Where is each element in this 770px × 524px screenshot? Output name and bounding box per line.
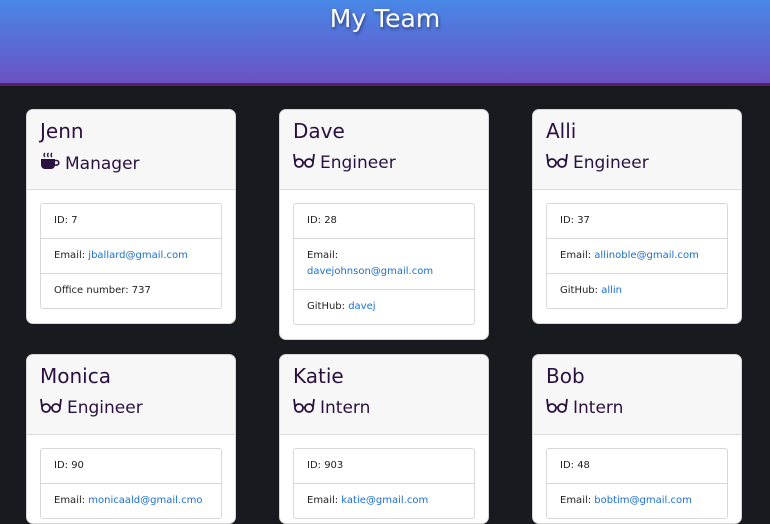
id-item: ID: 7 xyxy=(41,204,221,239)
github-item: GitHub: davej xyxy=(307,301,376,312)
email-link[interactable]: davejohnson@gmail.com xyxy=(307,266,433,277)
employee-card: Alli Engineer ID: 37 Email: allinoble@gm… xyxy=(532,109,742,324)
page-header: My Team xyxy=(0,0,770,86)
employee-name: Jenn xyxy=(40,119,84,143)
email-item: Email: bobtim@gmail.com xyxy=(560,495,692,506)
card-header: Katie Intern xyxy=(280,355,488,435)
id-item: ID: 903 xyxy=(294,449,474,484)
email-link[interactable]: bobtim@gmail.com xyxy=(594,495,692,506)
employee-role: Engineer xyxy=(546,152,649,173)
coffee-icon xyxy=(40,152,60,175)
card-header: Dave Engineer xyxy=(280,110,488,190)
email-link[interactable]: allinoble@gmail.com xyxy=(594,250,699,261)
email-item: Email: allinoble@gmail.com xyxy=(547,239,727,274)
employee-role: Intern xyxy=(293,397,370,418)
employee-name: Katie xyxy=(293,364,344,388)
card-header: Jenn Manager xyxy=(27,110,235,190)
page-title: My Team xyxy=(329,4,441,33)
github-link[interactable]: davej xyxy=(348,301,375,312)
office-number-item: Office number: 737 xyxy=(54,285,151,296)
email-item: Email: jballard@gmail.com xyxy=(41,239,221,274)
employee-card: Bob Intern ID: 48 Email: bobtim@gmail.co… xyxy=(532,354,742,524)
glasses-icon xyxy=(546,152,568,173)
role-label: Engineer xyxy=(573,152,649,173)
role-label: Intern xyxy=(320,397,371,418)
employee-name: Dave xyxy=(293,119,345,143)
employee-role: Manager xyxy=(40,152,140,175)
role-label: Engineer xyxy=(67,397,143,418)
glasses-icon xyxy=(546,397,568,418)
employee-card: Jenn Manager ID: 7 Email: jballard@gmail… xyxy=(26,109,236,324)
email-link[interactable]: katie@gmail.com xyxy=(341,495,428,506)
card-header: Bob Intern xyxy=(533,355,741,435)
employee-card: Katie Intern ID: 903 Email: katie@gmail.… xyxy=(279,354,489,524)
employee-role: Engineer xyxy=(293,152,396,173)
github-item: GitHub: allin xyxy=(560,285,623,296)
employee-role: Intern xyxy=(546,397,623,418)
info-list: ID: 7 Email: jballard@gmail.com Office n… xyxy=(40,203,222,309)
role-label: Engineer xyxy=(320,152,396,173)
info-list: ID: 903 Email: katie@gmail.com xyxy=(293,448,475,519)
employee-role: Engineer xyxy=(40,397,143,418)
glasses-icon xyxy=(293,397,315,418)
github-link[interactable]: allin xyxy=(601,285,622,296)
employee-name: Monica xyxy=(40,364,111,388)
employee-name: Bob xyxy=(546,364,585,388)
info-list: ID: 37 Email: allinoble@gmail.com GitHub… xyxy=(546,203,728,309)
email-item: Email: davejohnson@gmail.com xyxy=(294,239,474,290)
email-link[interactable]: jballard@gmail.com xyxy=(88,250,188,261)
email-link[interactable]: monicaald@gmail.cmo xyxy=(88,495,202,506)
info-list: ID: 28 Email: davejohnson@gmail.com GitH… xyxy=(293,203,475,325)
glasses-icon xyxy=(40,397,62,418)
email-item: Email: katie@gmail.com xyxy=(307,495,429,506)
glasses-icon xyxy=(293,152,315,173)
role-label: Manager xyxy=(65,153,140,174)
id-item: ID: 37 xyxy=(547,204,727,239)
employee-name: Alli xyxy=(546,119,577,143)
id-item: ID: 90 xyxy=(41,449,221,484)
role-label: Intern xyxy=(573,397,624,418)
employee-card: Dave Engineer ID: 28 Email: davejohnson@… xyxy=(279,109,489,340)
email-item: Email: monicaald@gmail.cmo xyxy=(54,495,203,506)
info-list: ID: 90 Email: monicaald@gmail.cmo xyxy=(40,448,222,519)
card-header: Alli Engineer xyxy=(533,110,741,190)
card-header: Monica Engineer xyxy=(27,355,235,435)
id-item: ID: 28 xyxy=(294,204,474,239)
info-list: ID: 48 Email: bobtim@gmail.com xyxy=(546,448,728,519)
id-item: ID: 48 xyxy=(547,449,727,484)
employee-card: Monica Engineer ID: 90 Email: monicaald@… xyxy=(26,354,236,524)
